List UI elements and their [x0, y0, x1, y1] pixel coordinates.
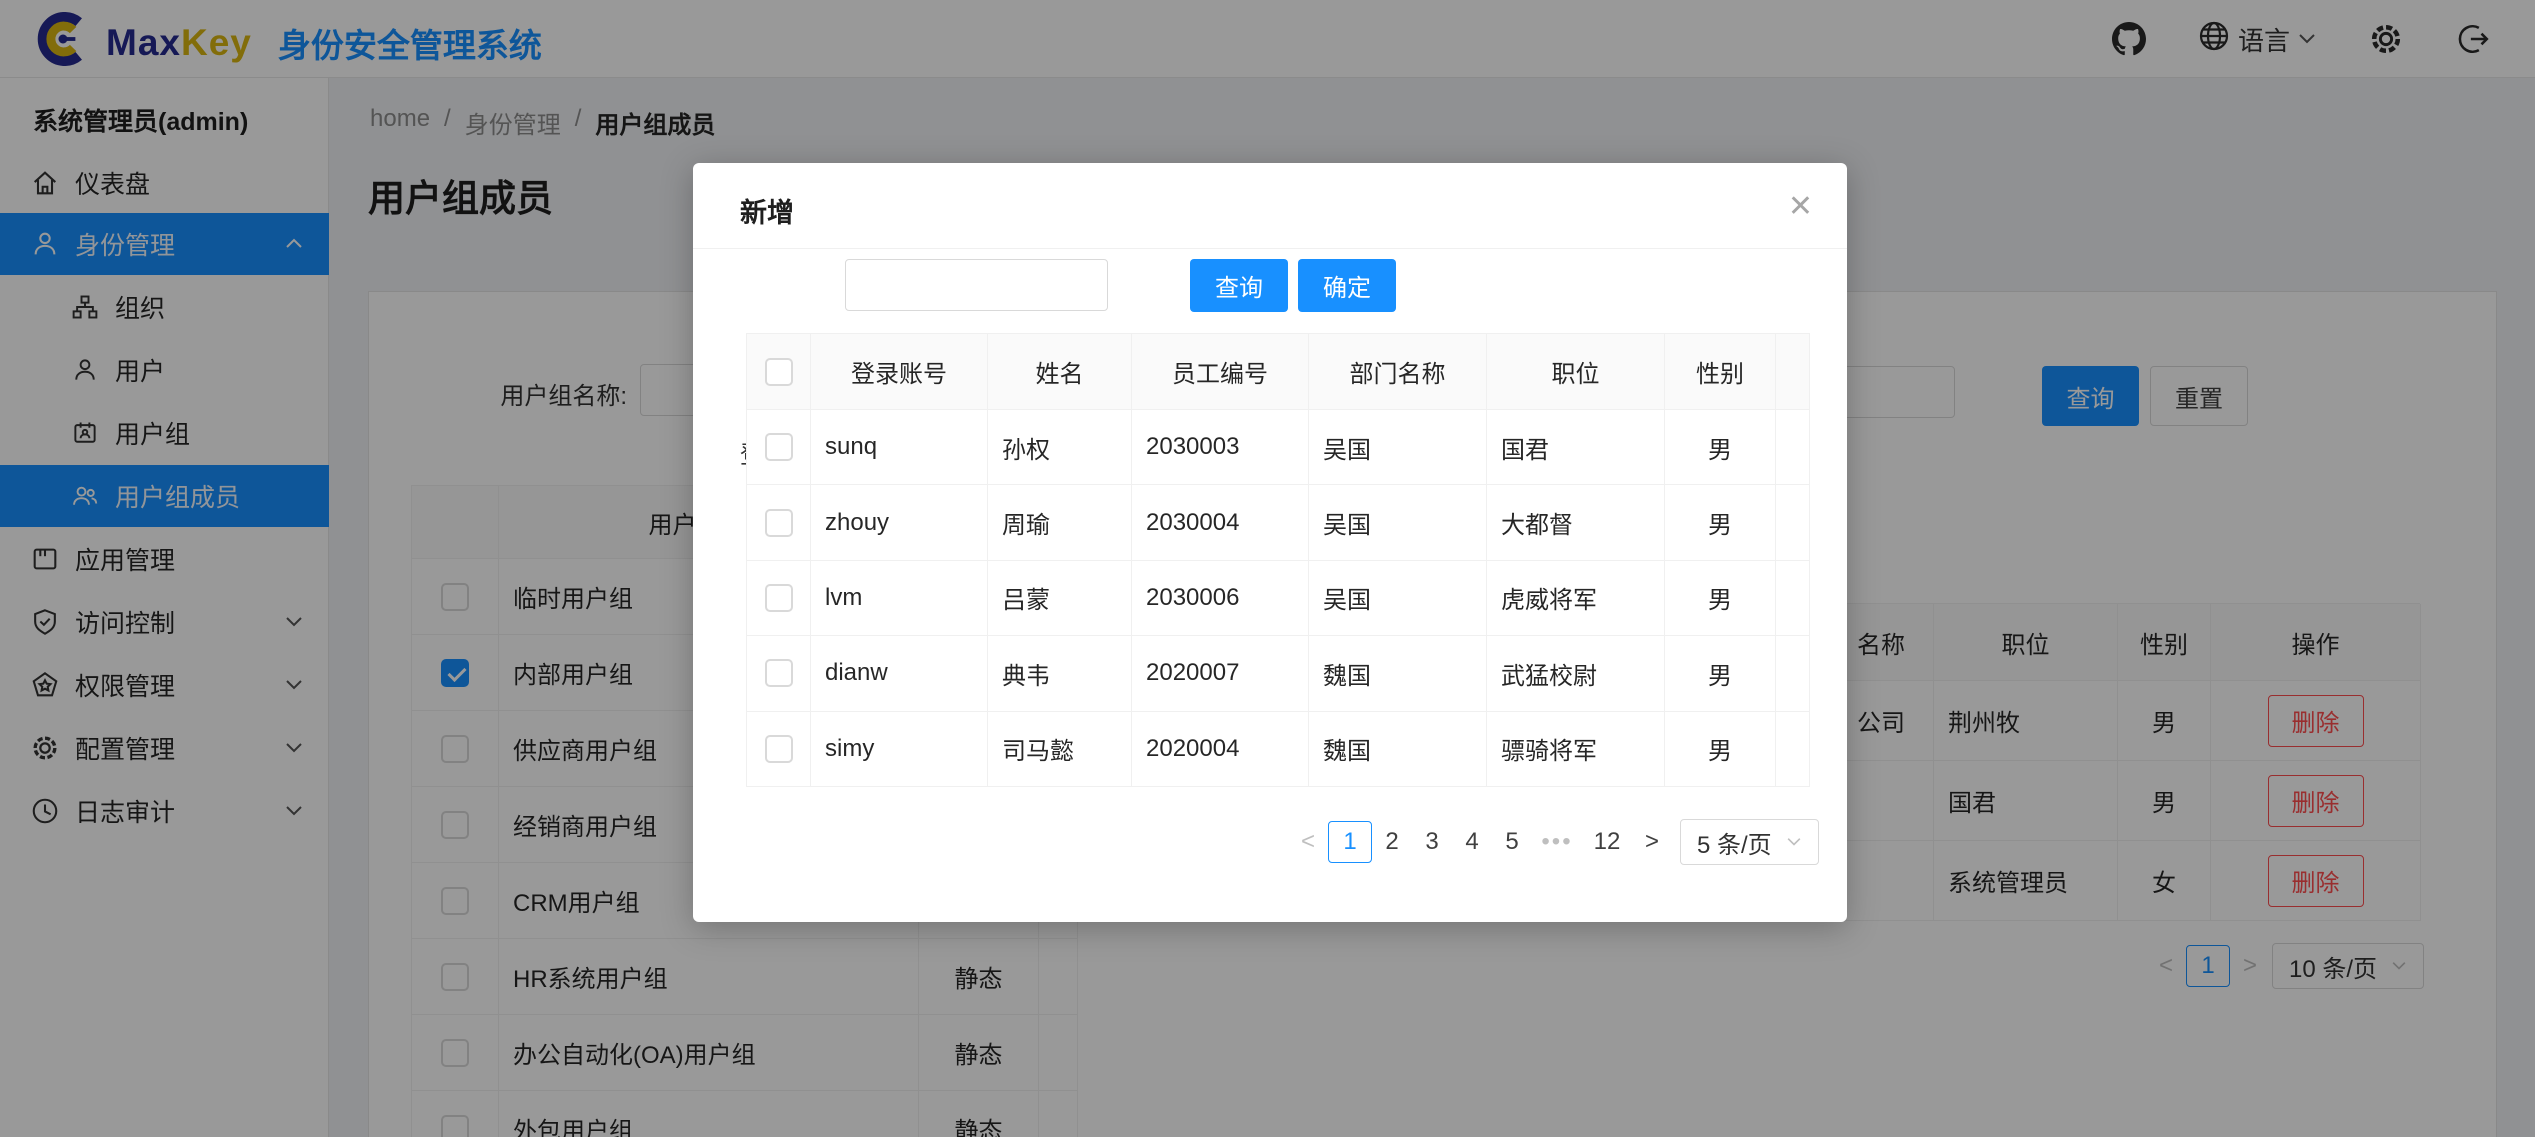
add-member-modal: 新增 ✕ 登录账号: 查询 确定 登录账号 姓名 员工编号 部门名称 职位 性别…	[693, 163, 1847, 922]
modal-pagination: < 1 2 3 4 5 ••• 12 > 5 条/页	[1288, 819, 1819, 865]
dept-cell: 魏国	[1309, 636, 1487, 711]
prev-page-button[interactable]: <	[1288, 821, 1328, 863]
account-cell: lvm	[811, 561, 988, 636]
page-2[interactable]: 2	[1372, 821, 1412, 863]
select-all-checkbox[interactable]	[765, 358, 793, 386]
gender-cell: 男	[1665, 485, 1776, 560]
ellipsis-pages[interactable]: •••	[1532, 821, 1582, 863]
page-size-select[interactable]: 5 条/页	[1680, 819, 1819, 865]
empno-cell: 2030003	[1132, 410, 1309, 485]
account-header: 登录账号	[811, 334, 988, 410]
empno-cell: 2020007	[1132, 636, 1309, 711]
name-cell: 周瑜	[988, 485, 1132, 560]
gender-cell: 男	[1665, 410, 1776, 485]
gender-cell: 男	[1665, 561, 1776, 636]
page-size-value: 5 条/页	[1697, 825, 1772, 860]
current-page[interactable]: 1	[1328, 821, 1372, 863]
modal-query-button[interactable]: 查询	[1190, 259, 1288, 312]
row-checkbox-cell	[747, 410, 811, 485]
name-cell: 孙权	[988, 410, 1132, 485]
row-checkbox-cell	[747, 712, 811, 787]
name-cell: 吕蒙	[988, 561, 1132, 636]
modal-title: 新增	[740, 191, 794, 230]
maxkey-admin-screen: MaxKey 身份安全管理系统 语言	[0, 0, 2535, 1137]
position-cell: 骠骑将军	[1487, 712, 1665, 787]
position-cell: 大都督	[1487, 485, 1665, 560]
gender-cell: 男	[1665, 712, 1776, 787]
row-checkbox-cell	[747, 561, 811, 636]
row-checkbox[interactable]	[765, 509, 793, 537]
position-header: 职位	[1487, 334, 1665, 410]
dept-header: 部门名称	[1309, 334, 1487, 410]
page-4[interactable]: 4	[1452, 821, 1492, 863]
login-account-input[interactable]	[845, 259, 1108, 311]
row-checkbox-cell	[747, 636, 811, 711]
page-3[interactable]: 3	[1412, 821, 1452, 863]
dept-cell: 吴国	[1309, 410, 1487, 485]
empno-header: 员工编号	[1132, 334, 1309, 410]
account-cell: zhouy	[811, 485, 988, 560]
dept-cell: 吴国	[1309, 485, 1487, 560]
account-cell: dianw	[811, 636, 988, 711]
account-cell: simy	[811, 712, 988, 787]
dept-cell: 吴国	[1309, 561, 1487, 636]
empno-cell: 2030004	[1132, 485, 1309, 560]
chevron-down-icon	[1786, 837, 1802, 847]
name-header: 姓名	[988, 334, 1132, 410]
gender-cell: 男	[1665, 636, 1776, 711]
position-cell: 国君	[1487, 410, 1665, 485]
modal-user-table: 登录账号 姓名 员工编号 部门名称 职位 性别 sunq 孙权 2030003 …	[746, 333, 1810, 787]
modal-confirm-button[interactable]: 确定	[1298, 259, 1396, 312]
account-cell: sunq	[811, 410, 988, 485]
row-checkbox[interactable]	[765, 433, 793, 461]
select-all-cell	[747, 334, 811, 410]
position-cell: 武猛校尉	[1487, 636, 1665, 711]
position-cell: 虎威将军	[1487, 561, 1665, 636]
row-checkbox[interactable]	[765, 735, 793, 763]
name-cell: 司马懿	[988, 712, 1132, 787]
empno-cell: 2030006	[1132, 561, 1309, 636]
close-icon[interactable]: ✕	[1788, 189, 1813, 224]
page-5[interactable]: 5	[1492, 821, 1532, 863]
modal-divider	[693, 248, 1847, 249]
page-12[interactable]: 12	[1582, 821, 1632, 863]
row-checkbox[interactable]	[765, 584, 793, 612]
gender-header: 性别	[1665, 334, 1776, 410]
dept-cell: 魏国	[1309, 712, 1487, 787]
next-page-button[interactable]: >	[1632, 821, 1672, 863]
name-cell: 典韦	[988, 636, 1132, 711]
row-checkbox-cell	[747, 485, 811, 560]
row-checkbox[interactable]	[765, 659, 793, 687]
empno-cell: 2020004	[1132, 712, 1309, 787]
